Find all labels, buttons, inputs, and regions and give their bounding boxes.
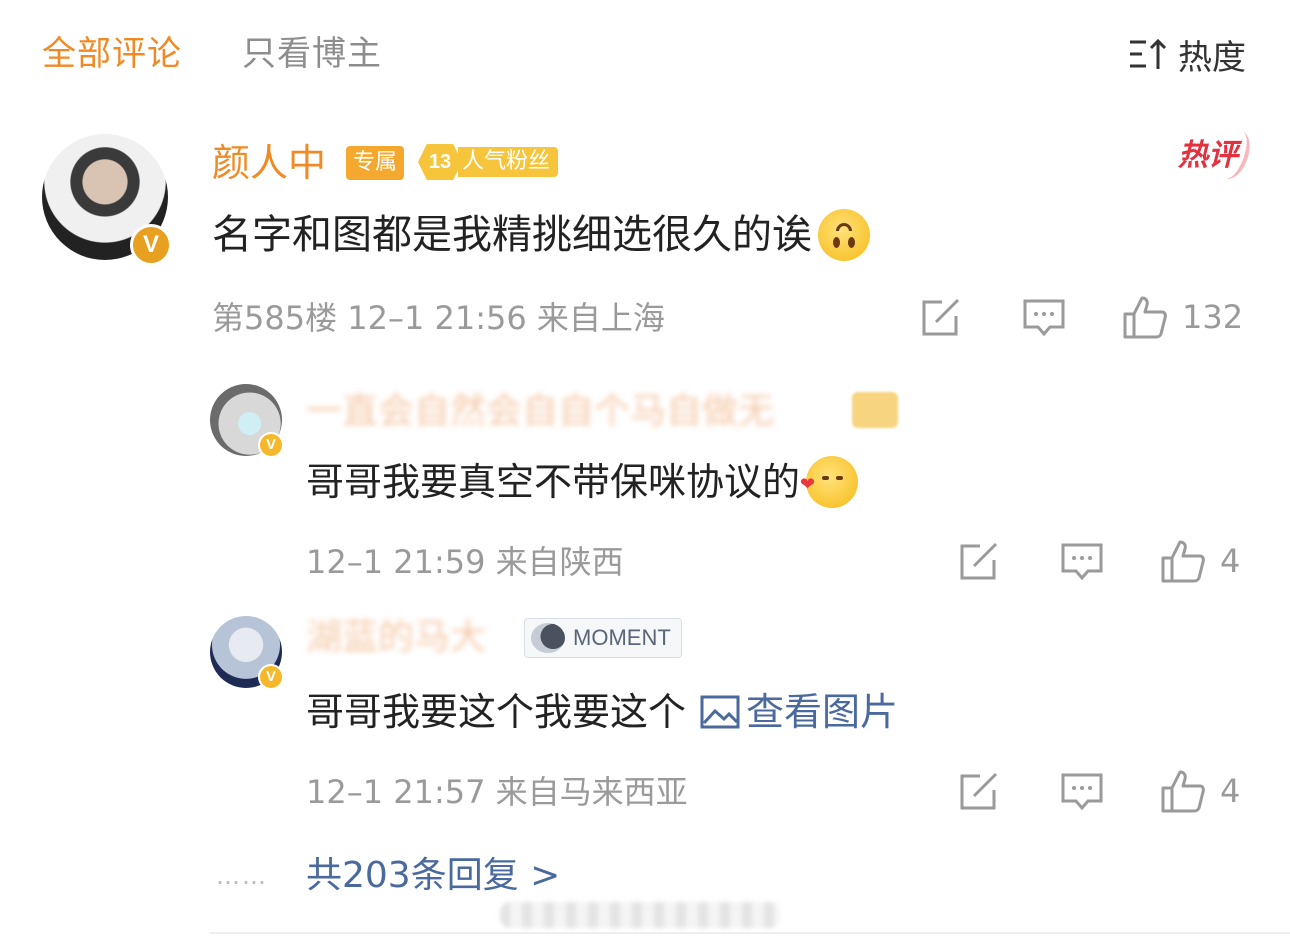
reply-body: 哥哥我要真空不带保咪协议的	[306, 460, 801, 504]
reply-text: 哥哥我要真空不带保咪协议的 ❤	[306, 456, 859, 508]
repost-button[interactable]	[958, 772, 1000, 812]
sort-by-heat-button[interactable]: 热度	[1128, 32, 1246, 78]
image-icon	[700, 695, 740, 729]
repost-button[interactable]	[920, 298, 962, 338]
reply-body: 哥哥我要这个我要这个	[306, 690, 687, 734]
comment-tab-bar: 全部评论 只看博主 热度	[0, 0, 1290, 110]
thumbs-up-icon	[1123, 296, 1167, 339]
fan-level-badge: 13 人气粉丝	[418, 144, 559, 180]
tab-blogger-only[interactable]: 只看博主	[242, 32, 382, 76]
comment-username[interactable]: 颜人中	[212, 140, 326, 186]
like-button[interactable]: 4	[1160, 538, 1240, 584]
view-image-label: 查看图片	[746, 690, 899, 734]
hot-comment-tag: 热评	[1170, 130, 1246, 182]
fan-level-label: 人气粉丝	[458, 147, 559, 177]
dots-divider: ……	[216, 862, 268, 890]
tab-all-comments[interactable]: 全部评论	[42, 32, 182, 76]
share-icon	[922, 298, 960, 336]
view-all-replies-link[interactable]: 共203条回复 >	[306, 852, 560, 900]
verified-badge-icon: V	[258, 432, 284, 458]
reply-username[interactable]: 湖蓝的马大	[306, 616, 486, 660]
moon-icon	[531, 623, 565, 653]
view-image-link[interactable]: 查看图片	[700, 686, 898, 738]
divider	[210, 932, 1290, 934]
like-button[interactable]: 132	[1122, 294, 1243, 340]
share-icon	[960, 772, 998, 810]
crown-badge-icon	[852, 392, 898, 428]
like-button[interactable]: 4	[1160, 768, 1240, 814]
thumbs-up-icon	[1161, 770, 1205, 813]
comment-text: 名字和图都是我精挑细选很久的诶	[212, 208, 870, 262]
verified-badge-icon: V	[258, 664, 284, 690]
comment-icon	[1023, 299, 1065, 337]
reply-username[interactable]: 一直会自然会自自个马自做无	[306, 390, 774, 434]
reply-meta: 12–1 21:57 来自马来西亚	[306, 773, 688, 811]
moment-badge: MOMENT	[524, 618, 682, 658]
repost-button[interactable]	[958, 542, 1000, 582]
fan-level-number: 13	[418, 144, 462, 180]
exclusive-badge: 专属	[346, 146, 405, 180]
like-count: 132	[1182, 298, 1244, 336]
comment-icon	[1061, 543, 1103, 581]
sort-label: 热度	[1178, 37, 1246, 78]
kissing-face-emoji-icon: ❤	[800, 456, 859, 508]
verified-badge-icon: V	[130, 224, 172, 266]
sort-icon	[1130, 38, 1167, 69]
thumbs-up-icon	[1161, 540, 1205, 583]
upside-down-face-emoji-icon	[818, 209, 870, 261]
reply-button[interactable]	[1060, 772, 1104, 812]
comment-icon	[1061, 773, 1103, 811]
reply-button[interactable]	[1060, 542, 1104, 582]
reply-meta: 12–1 21:59 来自陕西	[306, 543, 624, 581]
watermark	[500, 902, 780, 928]
moment-badge-label: MOMENT	[573, 625, 671, 650]
reply-button[interactable]	[1022, 298, 1066, 338]
like-count: 4	[1220, 542, 1241, 580]
like-count: 4	[1220, 772, 1241, 810]
comment-body: 名字和图都是我精挑细选很久的诶	[212, 212, 812, 258]
comment-meta: 第585楼 12–1 21:56 来自上海	[212, 299, 665, 337]
share-icon	[960, 542, 998, 580]
reply-text: 哥哥我要这个我要这个 查看图片	[306, 686, 898, 738]
